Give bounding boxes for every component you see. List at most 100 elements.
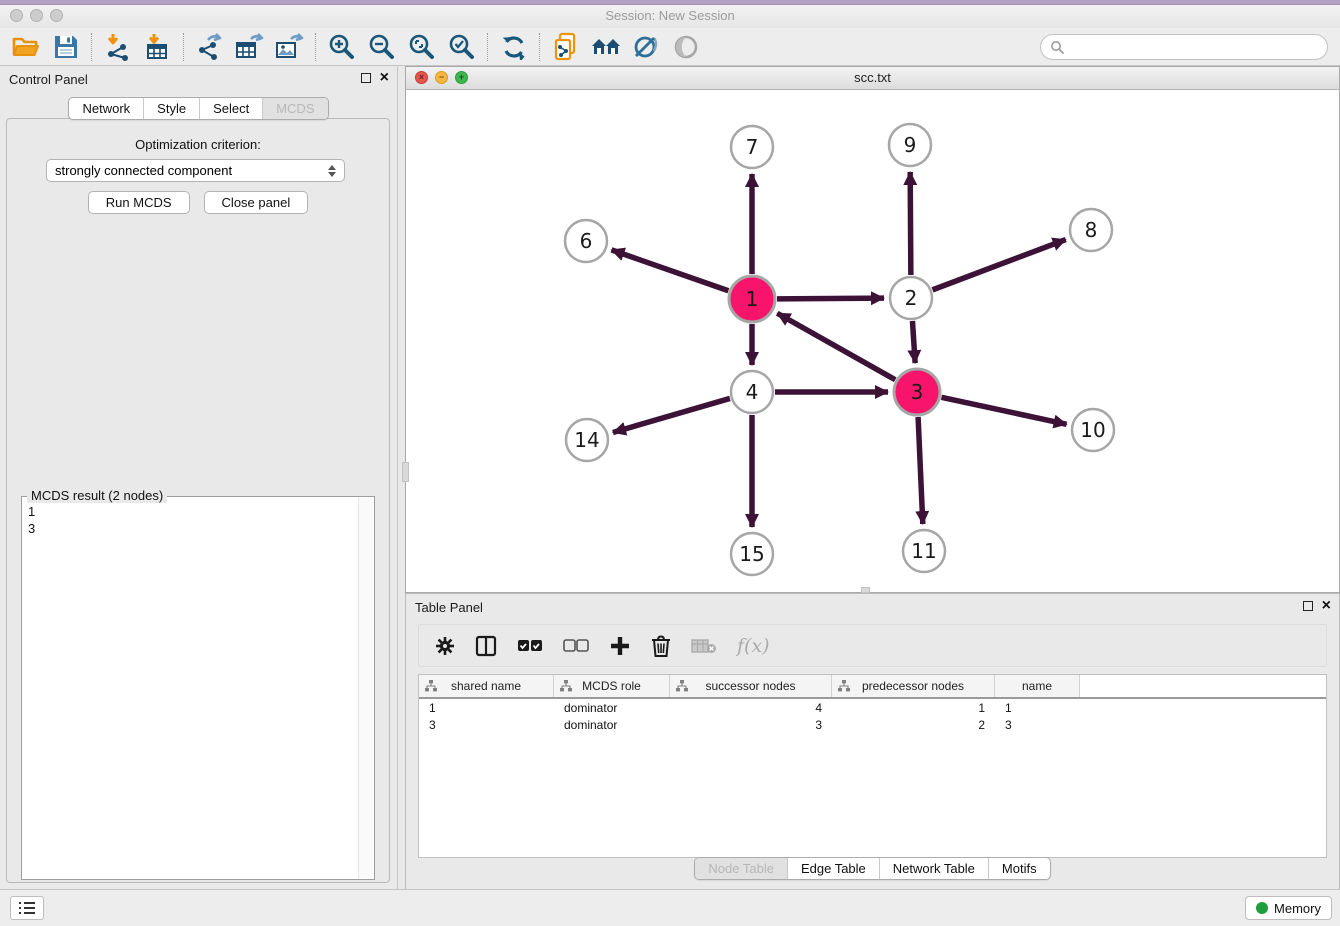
table-panel-title: Table Panel [415, 600, 483, 615]
tab-network-table[interactable]: Network Table [879, 858, 988, 879]
import-network-icon [104, 33, 132, 61]
mcds-result-text[interactable]: 1 3 [23, 501, 358, 878]
first-neighbors-button[interactable] [586, 30, 626, 64]
toolbar-separator [91, 33, 93, 61]
graph-edge-3-10[interactable] [941, 397, 1066, 424]
criterion-select[interactable]: strongly connected component [46, 159, 345, 182]
graph-node-label-4: 4 [746, 380, 759, 404]
graph-edge-2-3[interactable] [912, 321, 915, 363]
main-area: Control Panel × NetworkStyleSelectMCDS O… [0, 66, 1340, 890]
zoom-in-button[interactable] [322, 30, 362, 64]
cell-successor-nodes[interactable]: 4 [670, 701, 832, 715]
cell-shared-name[interactable]: 3 [419, 718, 554, 732]
open-file-button[interactable] [6, 30, 46, 64]
graph-node-label-10: 10 [1080, 418, 1105, 442]
add-column-button[interactable] [609, 635, 631, 657]
table-options-button[interactable] [435, 636, 455, 656]
cell-successor-nodes[interactable]: 3 [670, 718, 832, 732]
table-row-0[interactable]: 1dominator411 [419, 699, 1326, 716]
gear-icon [435, 636, 455, 656]
show-hide-columns-button[interactable] [475, 635, 497, 657]
tab-node-table[interactable]: Node Table [695, 858, 787, 879]
close-table-panel-icon[interactable]: × [1322, 599, 1331, 613]
import-table-icon [144, 33, 172, 61]
cell-predecessor-nodes[interactable]: 1 [832, 701, 995, 715]
float-table-panel-icon[interactable] [1303, 601, 1313, 611]
graph-edge-3-11[interactable] [918, 417, 923, 524]
export-image-button[interactable] [270, 30, 310, 64]
zoom-out-icon [368, 33, 396, 61]
table-header-row: shared nameMCDS rolesuccessor nodesprede… [419, 675, 1326, 699]
vertical-splitter-handle[interactable] [402, 462, 409, 482]
memory-button[interactable]: Memory [1245, 896, 1332, 920]
tab-select[interactable]: Select [199, 98, 262, 119]
delete-columns-button[interactable] [651, 635, 671, 657]
graph-edge-2-9[interactable] [910, 172, 911, 275]
zoom-selected-button[interactable] [442, 30, 482, 64]
export-image-icon [275, 33, 305, 61]
import-table-button[interactable] [138, 30, 178, 64]
graph-edge-3-1[interactable] [777, 313, 895, 379]
cell-predecessor-nodes[interactable]: 2 [832, 718, 995, 732]
tab-edge-table[interactable]: Edge Table [787, 858, 879, 879]
zoom-out-button[interactable] [362, 30, 402, 64]
birds-eye-view-button [666, 30, 706, 64]
graphics-details-button[interactable] [626, 30, 666, 64]
deselect-all-rows-button[interactable] [563, 639, 589, 653]
graph-edge-1-2[interactable] [777, 298, 884, 299]
cell-mcds-role[interactable]: dominator [554, 718, 670, 732]
export-table-button[interactable] [230, 30, 270, 64]
clone-network-icon [553, 32, 579, 62]
tab-motifs[interactable]: Motifs [988, 858, 1050, 879]
tab-network[interactable]: Network [69, 98, 143, 119]
apply-layout-button[interactable] [494, 30, 534, 64]
graph-node-label-11: 11 [911, 539, 936, 563]
table-panel: Table Panel × [405, 593, 1340, 890]
column-header-successor-nodes[interactable]: successor nodes [670, 675, 832, 697]
graph-edge-1-6[interactable] [611, 250, 728, 291]
graph-node-label-8: 8 [1085, 218, 1098, 242]
run-mcds-button[interactable]: Run MCDS [88, 191, 190, 214]
table-panel-header: Table Panel × [406, 594, 1339, 622]
graph-edge-4-14[interactable] [613, 398, 730, 432]
zoom-fit-content-button[interactable] [402, 30, 442, 64]
zoom-in-icon [328, 33, 356, 61]
node-table: shared nameMCDS rolesuccessor nodesprede… [418, 674, 1327, 858]
export-network-icon [196, 33, 224, 61]
table-panel-tabs: Node TableEdge TableNetwork TableMotifs [406, 857, 1339, 880]
cell-name[interactable]: 3 [995, 718, 1080, 732]
window-title: Session: New Session [0, 4, 1340, 28]
network-canvas[interactable]: 7968124314101511 [407, 90, 1338, 591]
close-panel-button[interactable]: Close panel [204, 191, 309, 214]
show-task-history-button[interactable] [10, 896, 44, 920]
close-panel-icon[interactable]: × [380, 71, 389, 85]
column-header-name[interactable]: name [995, 675, 1080, 697]
export-network-button[interactable] [190, 30, 230, 64]
select-all-rows-button[interactable] [517, 639, 543, 653]
search-box[interactable] [1040, 34, 1328, 60]
toolbar-separator [315, 33, 317, 61]
window-titlebar: Session: New Session [0, 0, 1340, 29]
cell-mcds-role[interactable]: dominator [554, 701, 670, 715]
table-row-1[interactable]: 3dominator323 [419, 716, 1326, 733]
network-graph[interactable]: 7968124314101511 [407, 90, 1340, 593]
float-panel-icon[interactable] [361, 73, 371, 83]
delete-table-icon [691, 638, 717, 654]
control-panel: Control Panel × NetworkStyleSelectMCDS O… [0, 66, 398, 890]
clone-network-button[interactable] [546, 30, 586, 64]
toolbar-separator [487, 33, 489, 61]
tab-style[interactable]: Style [143, 98, 199, 119]
result-scrollbar[interactable] [358, 498, 373, 878]
save-session-button[interactable] [46, 30, 86, 64]
column-header-predecessor-nodes[interactable]: predecessor nodes [832, 675, 995, 697]
graph-edge-2-8[interactable] [933, 240, 1066, 290]
zoom-fit-icon [408, 33, 436, 61]
cell-name[interactable]: 1 [995, 701, 1080, 715]
search-input[interactable] [1070, 38, 1318, 55]
import-network-button[interactable] [98, 30, 138, 64]
column-type-icon [676, 680, 688, 692]
cell-shared-name[interactable]: 1 [419, 701, 554, 715]
column-header-mcds-role[interactable]: MCDS role [554, 675, 670, 697]
tab-mcds[interactable]: MCDS [262, 98, 327, 119]
column-header-shared-name[interactable]: shared name [419, 675, 554, 697]
